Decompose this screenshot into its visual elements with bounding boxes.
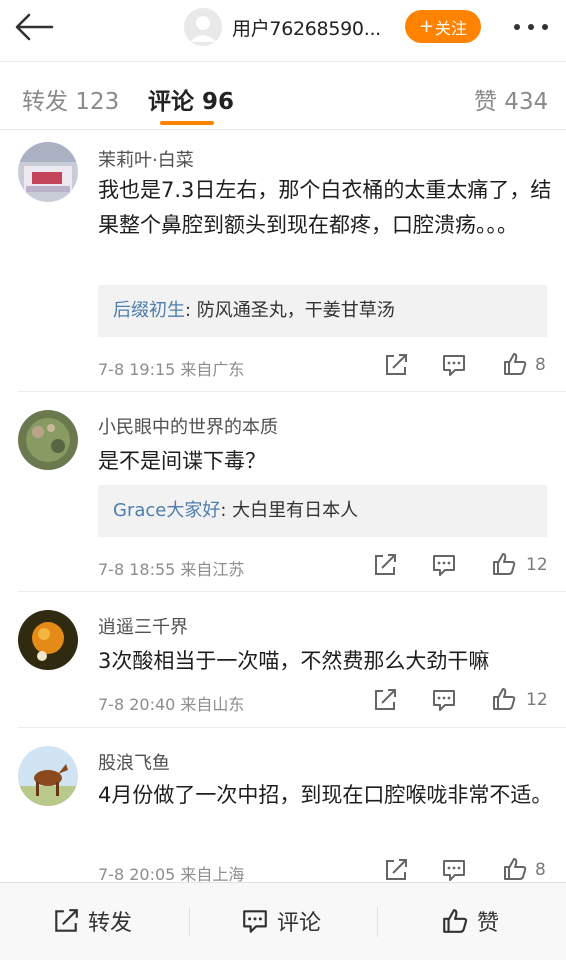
repost-button[interactable]: 转发 [52,905,132,937]
comment-nickname[interactable]: 逍遥三千界 [98,613,188,639]
reply-author[interactable]: 后缀初生 [113,300,185,321]
share-icon [55,909,78,932]
reply-preview[interactable]: 后缀初生: 防风通圣丸，干姜甘草汤 [98,285,547,337]
comment-icon[interactable] [431,687,457,713]
comment-meta: 7-8 19:15 来自广东 [98,360,245,379]
comment-nickname[interactable]: 小民眼中的世界的本质 [98,413,278,439]
bottom-action-bar: 转发 评论 赞 [0,882,566,960]
reply-text: : 大白里有日本人 [220,500,359,521]
comment-label: 评论 [277,911,322,936]
tab-comments[interactable]: 评论 96 [148,82,234,116]
back-button[interactable] [12,10,56,44]
more-button[interactable] [510,14,552,40]
comment-item: 茉莉叶·白菜 我也是7.3日左右，那个白衣桶的太重太痛了，结果整个鼻腔到额头到现… [0,130,566,392]
tab-repost[interactable]: 转发 123 [22,82,119,116]
comment-text: 4月份做了一次中招，到现在口腔喉咙非常不适。 [98,783,553,807]
share-icon[interactable] [383,352,409,378]
comment-icon[interactable] [441,352,467,378]
avatar[interactable] [18,746,78,806]
top-bar: 用户76268590... + 关注 [0,0,566,62]
comment-text: 是不是间谍下毒？ [98,449,266,473]
like-label: 赞 [477,911,500,936]
comment-text: 3次酸相当于一次喵，不然费那么大劲干嘛 [98,649,490,673]
comment-nickname[interactable]: 茉莉叶·白菜 [98,146,194,172]
avatar[interactable] [18,410,78,470]
like-icon[interactable] [491,551,517,577]
like-icon[interactable] [491,686,517,712]
header-user-name[interactable]: 用户76268590... [232,14,381,41]
reply-author[interactable]: Grace大家好 [113,500,220,521]
divider [189,907,190,937]
avatar[interactable] [18,610,78,670]
comment-meta: 7-8 20:40 来自山东 [98,695,245,714]
back-arrow-icon [15,13,54,41]
reply-text: : 防风通圣丸，干姜甘草汤 [185,300,395,321]
tab-likes[interactable]: 赞 434 [474,82,548,116]
reply-preview[interactable]: Grace大家好: 大白里有日本人 [98,485,547,537]
active-tab-indicator [160,121,214,125]
comment-item: 逍遥三千界 3次酸相当于一次喵，不然费那么大劲干嘛 7-8 20:40 来自山东… [0,592,566,728]
share-icon[interactable] [372,687,398,713]
header-avatar[interactable] [184,8,222,46]
comment-icon[interactable] [431,552,457,578]
share-icon[interactable] [383,857,409,883]
like-count: 8 [535,355,546,375]
like-count: 12 [526,690,548,710]
comment-icon [243,910,267,933]
follow-button[interactable]: + 关注 [405,10,481,43]
more-dot [514,24,520,30]
follow-plus-icon: + [418,16,435,37]
comment-button[interactable]: 评论 [241,905,321,937]
share-icon[interactable] [372,552,398,578]
tab-bar: 转发 123 评论 96 赞 434 [0,62,566,130]
more-dot [542,24,548,30]
comment-nickname[interactable]: 股浪飞鱼 [98,749,170,775]
more-dot [528,24,534,30]
avatar[interactable] [18,142,78,202]
like-count: 12 [526,555,548,575]
comment-meta: 7-8 18:55 来自江苏 [98,560,245,579]
follow-label: 关注 [435,18,468,38]
like-count: 8 [535,860,546,880]
comment-icon[interactable] [441,857,467,883]
like-button[interactable]: 赞 [441,905,499,937]
default-avatar-icon [184,8,222,46]
like-icon[interactable] [502,351,528,377]
comment-item: 股浪飞鱼 4月份做了一次中招，到现在口腔喉咙非常不适。 7-8 20:05 来自… [0,728,566,884]
comment-text: 我也是7.3日左右，那个白衣桶的太重太痛了，结果整个鼻腔到额头到现在都疼，口腔溃… [98,178,552,237]
like-icon[interactable] [502,856,528,882]
comment-item: 小民眼中的世界的本质 是不是间谍下毒？ Grace大家好: 大白里有日本人 7-… [0,392,566,592]
repost-label: 转发 [88,911,133,936]
like-icon [443,909,468,933]
divider [377,907,378,937]
